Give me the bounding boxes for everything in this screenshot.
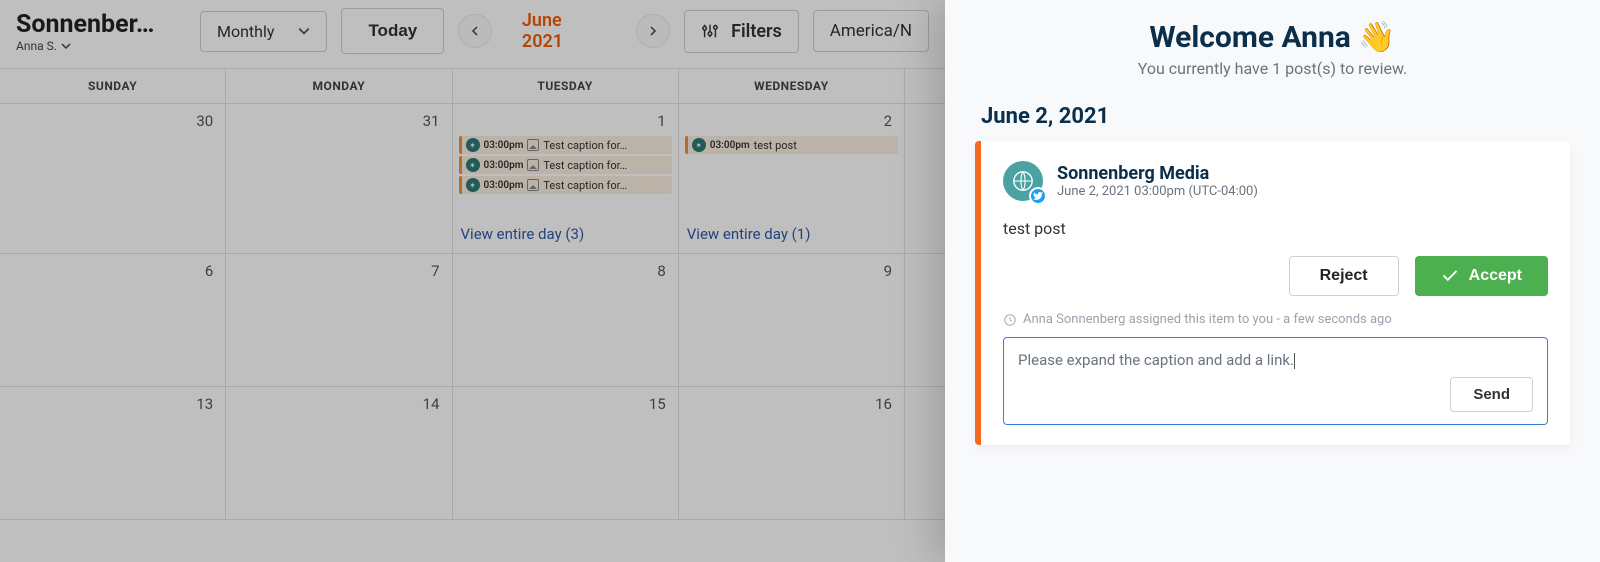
calendar-event[interactable]: ✶03:00pmTest caption for…	[459, 156, 672, 174]
calendar-day-cell[interactable]: 15	[453, 387, 679, 520]
filters-button[interactable]: Filters	[684, 10, 799, 53]
calendar-day-cell[interactable]: 31	[226, 104, 452, 254]
clock-icon	[1003, 313, 1017, 327]
account-avatar	[1003, 161, 1043, 201]
view-entire-day-link[interactable]: View entire day (1)	[685, 217, 898, 249]
twitter-badge-icon	[1029, 187, 1047, 205]
day-number: 14	[232, 391, 445, 419]
chevron-right-icon	[648, 26, 658, 36]
day-number: 13	[6, 391, 219, 419]
day-header: TUESDAY	[453, 69, 679, 104]
workspace-selector[interactable]: Sonnenber… Anna S.	[16, 10, 186, 53]
calendar-event[interactable]: ✶03:00pmtest post	[685, 136, 898, 154]
day-header: MONDAY	[226, 69, 452, 104]
day-number: 2	[685, 108, 898, 136]
day-number: 6	[6, 258, 219, 286]
network-icon: ✶	[692, 138, 706, 152]
assigned-info: Anna Sonnenberg assigned this item to yo…	[1003, 296, 1548, 337]
accept-button[interactable]: Accept	[1415, 256, 1548, 296]
day-number: 30	[6, 108, 219, 136]
network-icon: ✶	[466, 138, 480, 152]
sliders-icon	[701, 22, 719, 40]
send-button[interactable]: Send	[1450, 377, 1533, 412]
welcome-title: Welcome Anna 👋	[975, 20, 1570, 55]
network-icon: ✶	[466, 158, 480, 172]
check-icon	[1441, 267, 1459, 285]
post-content: test post	[1003, 201, 1548, 256]
day-number: 1	[459, 108, 672, 136]
calendar-day-cell[interactable]: 14	[226, 387, 452, 520]
calendar-day-cell[interactable]: 8	[453, 254, 679, 387]
timezone-select[interactable]: America/N	[813, 10, 929, 52]
day-header: SUNDAY	[0, 69, 226, 104]
chevron-down-icon	[298, 25, 310, 37]
review-card: Sonnenberg Media June 2, 2021 03:00pm (U…	[975, 141, 1570, 445]
review-panel: Welcome Anna 👋 You currently have 1 post…	[945, 0, 1600, 562]
image-icon	[527, 179, 539, 191]
image-icon	[527, 159, 539, 171]
network-icon: ✶	[466, 178, 480, 192]
image-icon	[527, 139, 539, 151]
calendar-day-cell[interactable]: 13	[0, 387, 226, 520]
calendar-event[interactable]: ✶03:00pmTest caption for…	[459, 176, 672, 194]
day-number: 8	[459, 258, 672, 286]
day-header: WEDNESDAY	[679, 69, 905, 104]
calendar-day-cell[interactable]: 2✶03:00pmtest post View entire day (1)	[679, 104, 905, 254]
calendar-day-cell[interactable]: 30	[0, 104, 226, 254]
day-number: 16	[685, 391, 898, 419]
comment-text: Please expand the caption and add a link…	[1018, 351, 1294, 369]
chevron-down-icon	[61, 41, 71, 51]
today-button[interactable]: Today	[341, 8, 444, 54]
top-toolbar: Sonnenber… Anna S. Monthly Today June 20…	[0, 0, 945, 68]
comment-input[interactable]: Please expand the caption and add a link…	[1003, 337, 1548, 425]
calendar-day-cell[interactable]: 6	[0, 254, 226, 387]
reject-button[interactable]: Reject	[1289, 256, 1399, 296]
view-select[interactable]: Monthly	[200, 11, 327, 52]
chevron-left-icon	[470, 26, 480, 36]
calendar-day-cell[interactable]: 7	[226, 254, 452, 387]
day-number: 15	[459, 391, 672, 419]
workspace-title: Sonnenber…	[16, 10, 186, 39]
post-meta: June 2, 2021 03:00pm (UTC-04:00)	[1057, 184, 1258, 199]
calendar-day-cell[interactable]: 9	[679, 254, 905, 387]
account-name: Sonnenberg Media	[1057, 163, 1258, 184]
review-date: June 2, 2021	[981, 104, 1570, 129]
welcome-subtitle: You currently have 1 post(s) to review.	[975, 59, 1570, 78]
prev-month-button[interactable]	[458, 14, 492, 48]
day-number: 31	[232, 108, 445, 136]
user-selector[interactable]: Anna S.	[16, 39, 186, 53]
month-label: June 2021	[502, 10, 627, 52]
calendar-event[interactable]: ✶03:00pmTest caption for…	[459, 136, 672, 154]
day-number: 9	[685, 258, 898, 286]
view-entire-day-link[interactable]: View entire day (3)	[459, 217, 672, 249]
calendar-day-cell[interactable]: 1✶03:00pmTest caption for…✶03:00pmTest c…	[453, 104, 679, 254]
calendar-grid: SUNDAYMONDAYTUESDAYWEDNESDAY 30311✶03:00…	[0, 68, 945, 520]
calendar-day-cell[interactable]: 16	[679, 387, 905, 520]
day-number: 7	[232, 258, 445, 286]
next-month-button[interactable]	[636, 14, 670, 48]
